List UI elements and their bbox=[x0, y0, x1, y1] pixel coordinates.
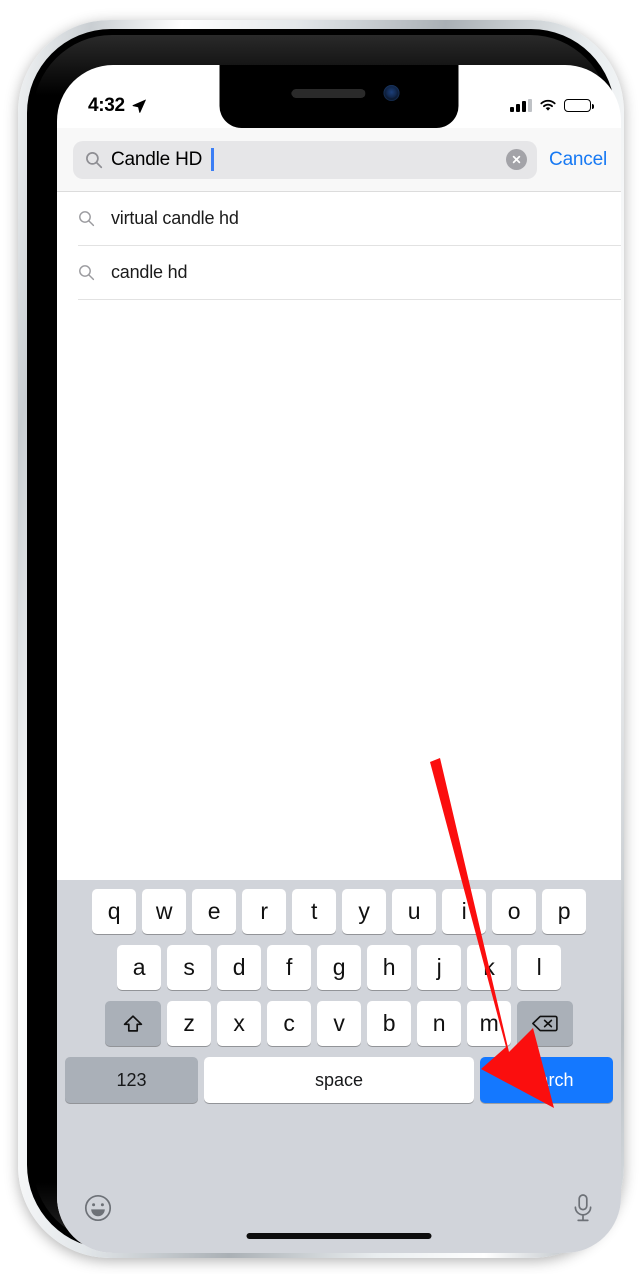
search-key[interactable]: search bbox=[480, 1057, 613, 1103]
emoji-smiley-icon[interactable] bbox=[83, 1193, 113, 1223]
shift-key[interactable] bbox=[105, 1001, 161, 1046]
on-screen-keyboard: q w e r t y u i o p a s d f g h j k l z … bbox=[57, 880, 621, 1253]
key-x[interactable]: x bbox=[217, 1001, 261, 1046]
key-s[interactable]: s bbox=[167, 945, 211, 990]
clear-circle-icon bbox=[512, 155, 521, 164]
key-u[interactable]: u bbox=[392, 889, 436, 934]
cellular-signal-icon bbox=[510, 99, 532, 112]
suggestion-item-0[interactable]: virtual candle hd bbox=[57, 192, 621, 245]
cancel-button[interactable]: Cancel bbox=[545, 149, 607, 171]
key-o[interactable]: o bbox=[492, 889, 536, 934]
key-h[interactable]: h bbox=[367, 945, 411, 990]
front-camera-icon bbox=[383, 85, 400, 101]
suggestion-label: candle hd bbox=[111, 262, 188, 282]
search-suggestions-list: virtual candle hd candle hd bbox=[57, 192, 621, 300]
suggestion-item-1[interactable]: candle hd bbox=[57, 246, 621, 299]
shift-up-arrow-icon bbox=[123, 1014, 143, 1032]
status-bar-left: 4:32 bbox=[88, 95, 147, 117]
battery-icon bbox=[564, 99, 594, 112]
backspace-delete-icon bbox=[532, 1015, 558, 1032]
key-g[interactable]: g bbox=[317, 945, 361, 990]
search-icon bbox=[86, 151, 103, 168]
backspace-key[interactable] bbox=[517, 1001, 573, 1046]
key-j[interactable]: j bbox=[417, 945, 461, 990]
key-a[interactable]: a bbox=[117, 945, 161, 990]
key-r[interactable]: r bbox=[242, 889, 286, 934]
suggestion-label: virtual candle hd bbox=[111, 208, 239, 228]
search-input[interactable]: Candle HD bbox=[73, 140, 538, 179]
key-z[interactable]: z bbox=[167, 1001, 211, 1046]
search-icon bbox=[79, 211, 95, 227]
key-v[interactable]: v bbox=[317, 1001, 361, 1046]
key-l[interactable]: l bbox=[517, 945, 561, 990]
location-arrow-icon bbox=[132, 99, 146, 113]
status-bar-right bbox=[510, 99, 594, 112]
key-n[interactable]: n bbox=[417, 1001, 461, 1046]
keyboard-row-2: a s d f g h j k l bbox=[57, 945, 621, 990]
key-q[interactable]: q bbox=[92, 889, 136, 934]
clear-search-button[interactable] bbox=[506, 149, 528, 170]
device-notch bbox=[219, 65, 459, 128]
home-indicator[interactable] bbox=[246, 1233, 432, 1239]
screenshot-root: 4:32 Candle HD Cancel virtual candle hd … bbox=[0, 0, 642, 1274]
key-e[interactable]: e bbox=[192, 889, 236, 934]
text-cursor bbox=[211, 148, 214, 171]
keyboard-row-3: z x c v b n m bbox=[57, 1001, 621, 1046]
space-key[interactable]: space bbox=[204, 1057, 474, 1103]
search-bar: Candle HD Cancel bbox=[57, 128, 621, 192]
key-y[interactable]: y bbox=[342, 889, 386, 934]
key-i[interactable]: i bbox=[442, 889, 486, 934]
key-k[interactable]: k bbox=[467, 945, 511, 990]
key-d[interactable]: d bbox=[217, 945, 261, 990]
phone-screen: 4:32 Candle HD Cancel virtual candle hd … bbox=[57, 65, 621, 1253]
key-w[interactable]: w bbox=[142, 889, 186, 934]
search-icon bbox=[79, 265, 95, 281]
key-t[interactable]: t bbox=[292, 889, 336, 934]
numbers-key[interactable]: 123 bbox=[65, 1057, 198, 1103]
phone-frame: 4:32 Candle HD Cancel virtual candle hd … bbox=[18, 20, 624, 1258]
list-separator bbox=[78, 299, 621, 300]
earpiece-speaker bbox=[291, 89, 366, 98]
key-f[interactable]: f bbox=[267, 945, 311, 990]
search-input-value: Candle HD bbox=[111, 148, 203, 170]
key-b[interactable]: b bbox=[367, 1001, 411, 1046]
keyboard-bottom-bar bbox=[57, 1185, 621, 1253]
key-p[interactable]: p bbox=[542, 889, 586, 934]
key-m[interactable]: m bbox=[467, 1001, 511, 1046]
microphone-icon[interactable] bbox=[571, 1193, 595, 1224]
wifi-icon bbox=[540, 99, 556, 111]
keyboard-row-4: 123 space search bbox=[57, 1057, 621, 1103]
status-bar-clock: 4:32 bbox=[88, 94, 125, 116]
keyboard-row-1: q w e r t y u i o p bbox=[57, 889, 621, 934]
key-c[interactable]: c bbox=[267, 1001, 311, 1046]
